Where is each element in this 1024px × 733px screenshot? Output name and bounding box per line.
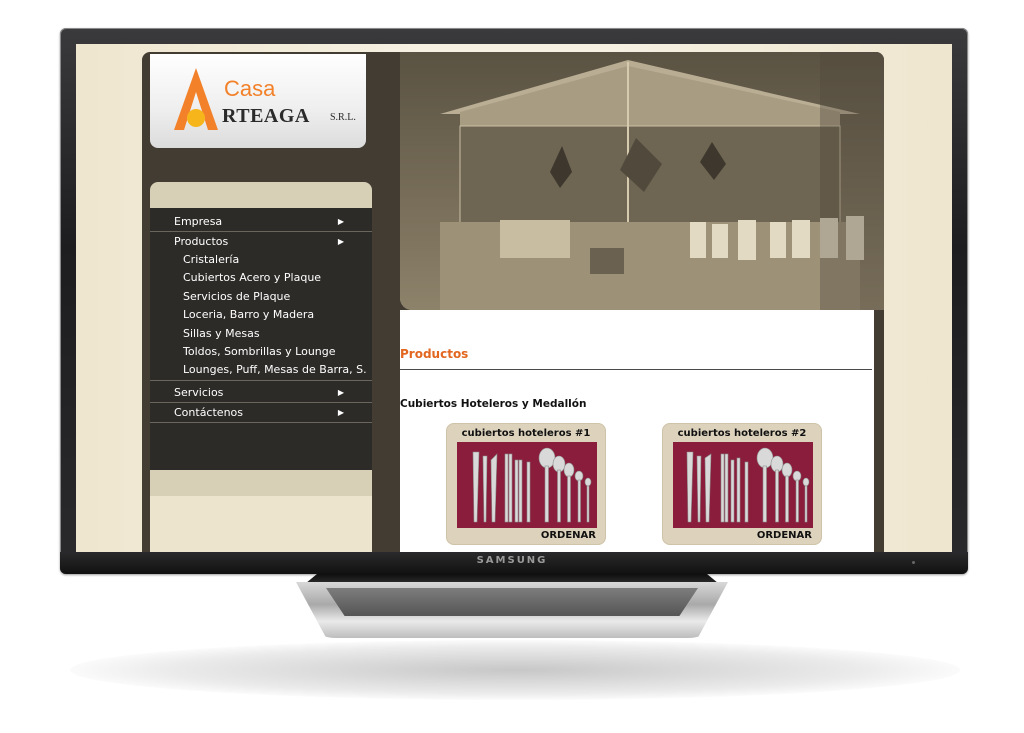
section-subtitle: Cubiertos Hoteleros y Medallón — [400, 398, 587, 410]
logo-name-text: RTEAGA — [222, 105, 310, 127]
submenu-item-sillas-mesas[interactable]: Sillas y Mesas — [150, 325, 372, 343]
product-card[interactable]: cubiertos hoteleros #2 ORDENAR — [662, 423, 822, 545]
product-card-title: cubiertos hoteleros #1 — [461, 428, 591, 439]
tent-photo-image — [400, 52, 884, 310]
page-title: Productos — [400, 347, 469, 361]
cutlery-image[interactable] — [457, 442, 597, 528]
order-button[interactable]: ORDENAR — [757, 530, 812, 541]
productos-submenu: Cristalería Cubiertos Acero y Plaque Ser… — [150, 251, 372, 381]
cutlery-icon — [686, 447, 810, 523]
menu-item-label: Servicios — [174, 385, 224, 399]
order-button[interactable]: ORDENAR — [541, 530, 596, 541]
menu-item-productos[interactable]: Productos ▶ — [150, 232, 372, 251]
monitor-stand-inner — [326, 588, 698, 616]
power-led-icon — [912, 561, 915, 564]
sidebar-bottom-band — [150, 470, 372, 496]
cutlery-icon — [472, 447, 592, 523]
cutlery-image[interactable] — [673, 442, 813, 528]
menu-item-empresa[interactable]: Empresa ▶ — [150, 212, 372, 232]
chevron-right-icon: ▶ — [337, 387, 344, 397]
main-menu: Empresa ▶ Productos ▶ Cristalería Cubier… — [150, 212, 372, 423]
chevron-right-icon: ▶ — [337, 217, 344, 226]
submenu-item-cubiertos[interactable]: Cubiertos Acero y Plaque — [150, 269, 372, 287]
submenu-item-lounges[interactable]: Lounges, Puff, Mesas de Barra, S. — [150, 361, 372, 379]
sidebar-footer — [150, 496, 372, 552]
monitor-screen: Casa RTEAGA S.R.L. Empresa ▶ Productos ▶… — [76, 44, 952, 552]
submenu-item-toldos[interactable]: Toldos, Sombrillas y Lounge — [150, 343, 372, 361]
logo-casa-text: Casa — [224, 76, 276, 101]
chevron-right-icon: ▶ — [337, 407, 344, 417]
chevron-right-icon: ▶ — [337, 237, 344, 246]
menu-item-label: Empresa — [174, 215, 223, 228]
title-divider — [400, 369, 872, 370]
product-card-title: cubiertos hoteleros #2 — [677, 428, 807, 439]
monitor-brand: SAMSUNG — [476, 555, 548, 566]
menu-item-label: Productos — [174, 235, 229, 248]
sidebar: Empresa ▶ Productos ▶ Cristalería Cubier… — [150, 182, 372, 552]
menu-item-servicios[interactable]: Servicios ▶ — [150, 383, 372, 403]
hero-banner — [400, 52, 884, 310]
product-card[interactable]: cubiertos hoteleros #1 ORDENAR — [446, 423, 606, 545]
website-page: Casa RTEAGA S.R.L. Empresa ▶ Productos ▶… — [142, 52, 884, 552]
logo-srl-text: S.R.L. — [330, 112, 356, 123]
site-logo[interactable]: Casa RTEAGA S.R.L. — [150, 54, 366, 148]
submenu-item-loceria[interactable]: Loceria, Barro y Madera — [150, 306, 372, 324]
submenu-item-cristaleria[interactable]: Cristalería — [150, 251, 372, 269]
menu-item-contactenos[interactable]: Contáctenos ▶ — [150, 403, 372, 423]
submenu-item-servicios-plaque[interactable]: Servicios de Plaque — [150, 288, 372, 306]
logo-a-icon — [174, 68, 218, 130]
menu-item-label: Contáctenos — [174, 405, 243, 419]
content-area: Productos Cubiertos Hoteleros y Medallón… — [400, 310, 874, 552]
monitor-shadow — [70, 640, 960, 700]
sidebar-top-band — [150, 182, 372, 208]
